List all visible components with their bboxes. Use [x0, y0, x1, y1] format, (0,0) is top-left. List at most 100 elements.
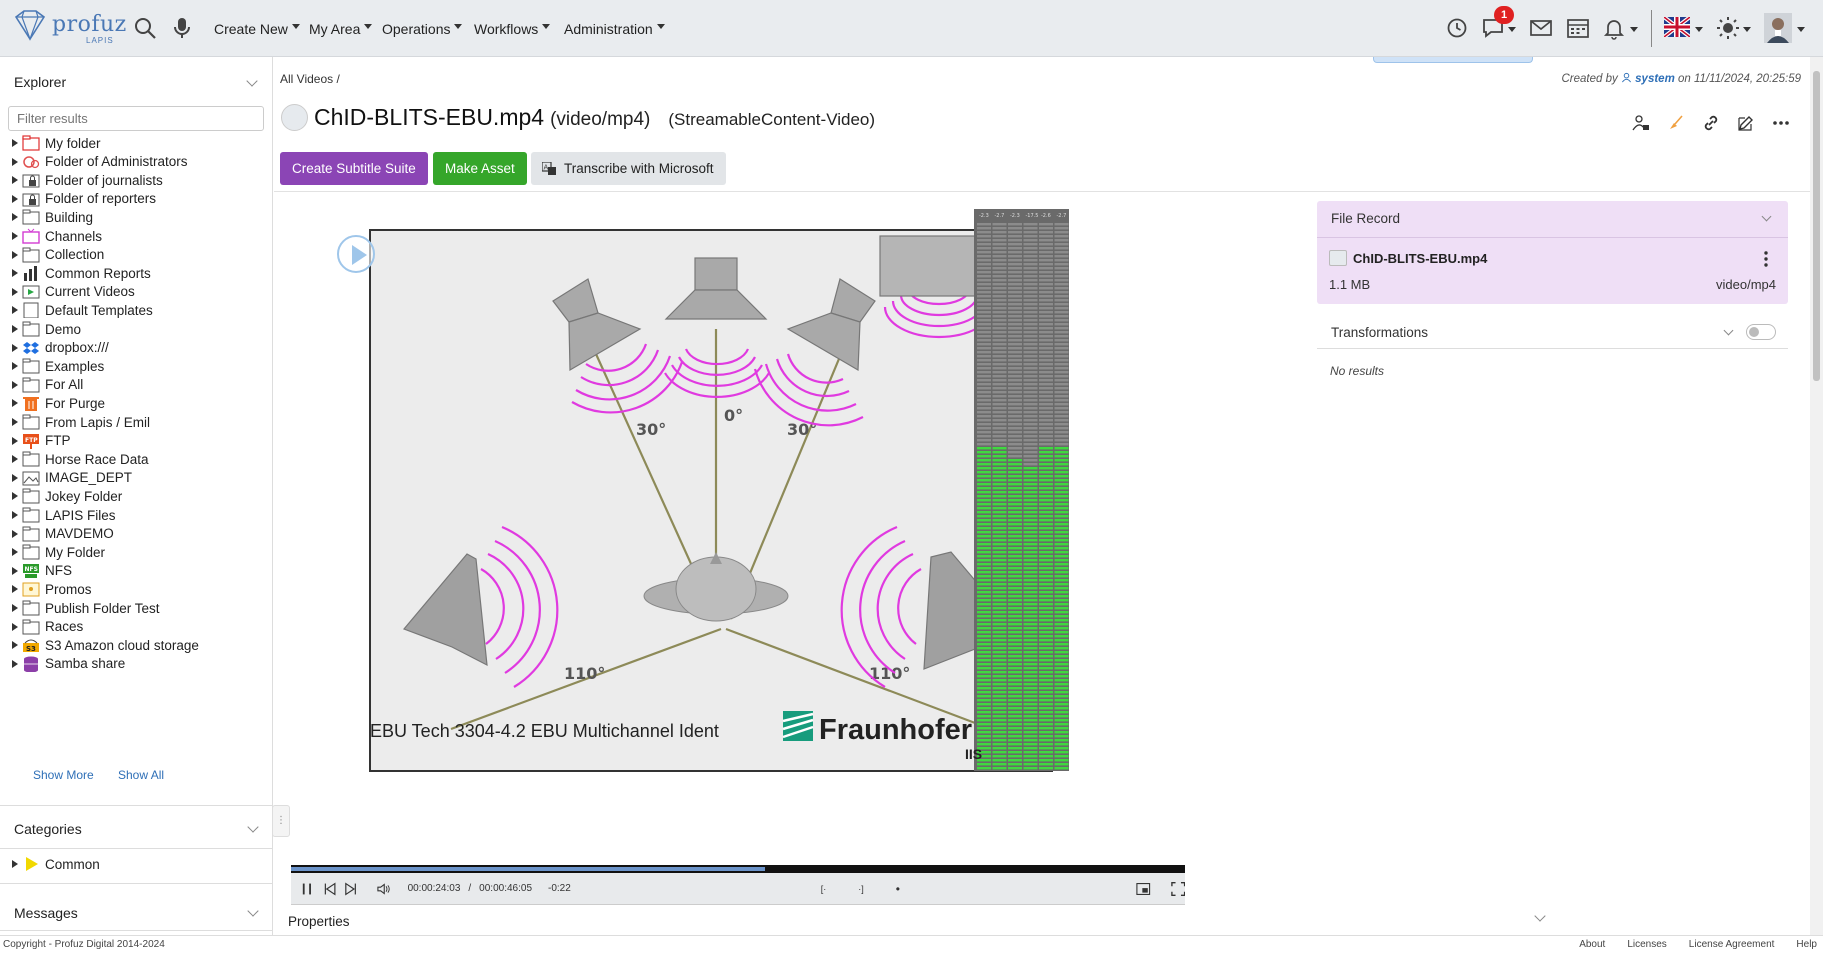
expand-arrow-icon[interactable]	[12, 492, 18, 501]
expand-arrow-icon[interactable]	[12, 380, 18, 389]
expand-arrow-icon[interactable]	[12, 269, 18, 278]
link-icon[interactable]	[1702, 114, 1720, 132]
category-item-common[interactable]: Common	[12, 854, 100, 874]
search-icon[interactable]	[133, 16, 157, 40]
filter-results-input[interactable]	[8, 106, 264, 131]
tree-item-my-folder[interactable]: My Folder	[12, 542, 105, 562]
properties-title[interactable]: Properties	[288, 914, 350, 929]
history-icon[interactable]	[1445, 16, 1469, 40]
tree-item-publish-folder-test[interactable]: Publish Folder Test	[12, 598, 160, 618]
tree-item-horse-race-data[interactable]: Horse Race Data	[12, 449, 149, 469]
video-progress-bar[interactable]	[291, 865, 1185, 873]
menu-operations[interactable]: Operations	[382, 0, 463, 57]
mark-in-icon[interactable]: [·	[821, 884, 827, 894]
expand-arrow-icon[interactable]	[12, 325, 18, 333]
expand-arrow-icon[interactable]	[12, 213, 18, 222]
mail-icon[interactable]	[1529, 16, 1553, 40]
microphone-icon[interactable]	[170, 16, 194, 40]
transformations-collapse-icon[interactable]	[1723, 325, 1734, 336]
calendar-icon[interactable]	[1566, 16, 1590, 40]
tree-item-from-lapis-emil[interactable]: From Lapis / Emil	[12, 412, 150, 432]
properties-collapse-icon[interactable]	[1534, 910, 1546, 922]
menu-create-new[interactable]: Create New	[214, 0, 300, 57]
make-asset-button[interactable]: Make Asset	[433, 152, 527, 185]
expand-arrow-icon[interactable]	[12, 529, 18, 538]
tree-item-for-all[interactable]: For All	[12, 375, 83, 395]
expand-arrow-icon[interactable]	[12, 566, 18, 575]
transcribe-microsoft-button[interactable]: A Transcribe with Microsoft	[531, 152, 726, 185]
menu-administration[interactable]: Administration	[564, 0, 665, 57]
tree-item-jokey-folder[interactable]: Jokey Folder	[12, 486, 122, 506]
expand-arrow-icon[interactable]	[12, 139, 18, 147]
marker-icon[interactable]: •	[896, 882, 900, 896]
menu-workflows[interactable]: Workflows	[474, 0, 551, 57]
transformations-toggle[interactable]	[1746, 324, 1776, 340]
expand-arrow-icon[interactable]	[12, 176, 18, 185]
expand-arrow-icon[interactable]	[12, 604, 18, 612]
tree-item-lapis-files[interactable]: LAPIS Files	[12, 505, 116, 525]
top-tab-indicator[interactable]	[1373, 57, 1533, 63]
footer-link-help[interactable]: Help	[1796, 939, 1817, 950]
create-subtitle-suite-button[interactable]: Create Subtitle Suite	[280, 152, 428, 185]
expand-arrow-icon[interactable]	[12, 343, 18, 352]
scrollbar-thumb[interactable]	[1813, 71, 1820, 381]
expand-arrow-icon[interactable]	[12, 622, 18, 631]
expand-arrow-icon[interactable]	[12, 287, 18, 296]
user-avatar[interactable]	[1764, 13, 1792, 43]
tree-item-samba-share[interactable]: Samba share	[12, 654, 125, 674]
expand-arrow-icon[interactable]	[12, 436, 18, 445]
profuz-logo[interactable]: profuz LAPIS	[12, 9, 127, 45]
tree-item-folder-of-reporters[interactable]: Folder of reporters	[12, 189, 156, 209]
tree-item-for-purge[interactable]: For Purge	[12, 393, 105, 413]
tree-item-promos[interactable]: Promos	[12, 579, 92, 599]
tree-item-channels[interactable]: Channels	[12, 226, 102, 246]
expand-arrow-icon[interactable]	[12, 399, 18, 408]
expand-arrow-icon[interactable]	[12, 250, 18, 259]
tree-item-default-templates[interactable]: Default Templates	[12, 300, 153, 320]
tree-item-demo[interactable]: Demo	[12, 319, 81, 339]
caret-down-icon[interactable]	[1630, 27, 1638, 32]
tree-item-building[interactable]: Building	[12, 207, 93, 227]
expand-arrow-icon[interactable]	[12, 232, 18, 240]
caret-down-icon[interactable]	[1695, 27, 1703, 32]
tree-item-current-videos[interactable]: Current Videos	[12, 282, 135, 302]
expand-arrow-icon[interactable]	[12, 511, 18, 519]
tree-item-image-dept[interactable]: IMAGE_DEPT	[12, 468, 132, 488]
expand-arrow-icon[interactable]	[12, 306, 18, 315]
picture-in-picture-icon[interactable]	[1136, 882, 1151, 896]
clean-brush-icon[interactable]	[1667, 114, 1685, 132]
footer-link-license-agreement[interactable]: License Agreement	[1689, 939, 1775, 950]
expand-arrow-icon[interactable]	[12, 548, 18, 557]
caret-down-icon[interactable]	[1743, 27, 1751, 32]
page-scrollbar[interactable]	[1810, 57, 1823, 935]
tree-item-folder-of-journalists[interactable]: Folder of journalists	[12, 170, 163, 190]
tree-item-examples[interactable]: Examples	[12, 356, 104, 376]
menu-my-area[interactable]: My Area	[309, 0, 373, 57]
tree-item-dropbox[interactable]: dropbox:///	[12, 338, 109, 358]
tree-item-common-reports[interactable]: Common Reports	[12, 263, 151, 283]
tree-item-collection[interactable]: Collection	[12, 245, 104, 265]
created-user-link[interactable]: system	[1635, 73, 1675, 85]
footer-link-about[interactable]: About	[1579, 939, 1605, 950]
frame-forward-icon[interactable]	[344, 881, 357, 896]
expand-arrow-icon[interactable]	[12, 659, 18, 668]
footer-link-licenses[interactable]: Licenses	[1627, 939, 1666, 950]
tree-item-ftp[interactable]: FTP FTP	[12, 431, 71, 451]
caret-down-icon[interactable]	[1797, 27, 1805, 32]
expand-arrow-icon[interactable]	[12, 641, 18, 650]
theme-sun-icon[interactable]	[1716, 16, 1740, 40]
user-lock-icon[interactable]	[1632, 114, 1650, 132]
tree-item-my-folder[interactable]: My folder	[12, 133, 101, 153]
expand-arrow-icon[interactable]	[12, 157, 18, 166]
explorer-collapse-icon[interactable]	[246, 75, 258, 87]
frame-back-icon[interactable]	[324, 881, 337, 896]
tree-item-folder-of-administrators[interactable]: Folder of Administrators	[12, 152, 188, 172]
tree-item-mavdemo[interactable]: MAVDEMO	[12, 524, 114, 544]
show-more-link[interactable]: Show More	[33, 768, 94, 782]
file-record-collapse-icon[interactable]	[1761, 211, 1772, 222]
mark-out-icon[interactable]: ·]	[858, 884, 864, 894]
more-vertical-icon[interactable]	[1764, 251, 1768, 267]
breadcrumb[interactable]: All Videos /	[280, 72, 340, 86]
volume-icon[interactable]	[377, 882, 392, 896]
tree-item-races[interactable]: Races	[12, 617, 83, 637]
